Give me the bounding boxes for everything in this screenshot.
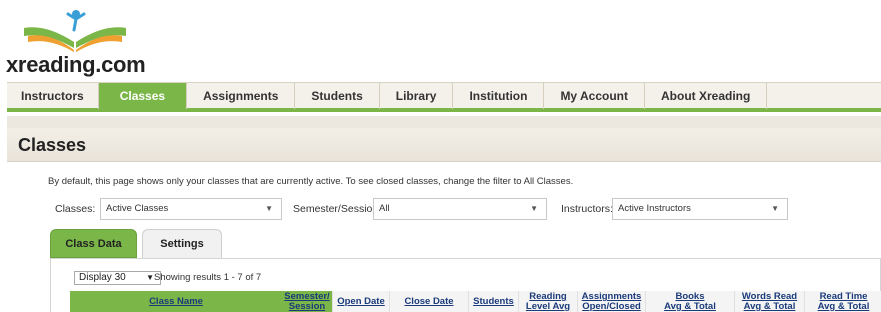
instructors-filter-label: Instructors: xyxy=(561,203,613,215)
classes-filter-value: Active Classes xyxy=(106,203,169,214)
xreading-logo[interactable]: xreading.com xyxy=(6,8,146,78)
page-title-bar: Classes xyxy=(7,128,881,162)
open-book-icon xyxy=(24,10,126,52)
main-content: By default, this page shows only your cl… xyxy=(7,163,881,312)
nav-instructors[interactable]: Instructors xyxy=(7,83,99,109)
col-close-date[interactable]: Close Date xyxy=(389,291,468,312)
nav-about-xreading[interactable]: About Xreading xyxy=(645,83,768,109)
nav-divider-band xyxy=(7,116,881,128)
instructors-filter-select[interactable]: Active Instructors ▼ xyxy=(612,198,788,220)
display-count-select[interactable]: Display 30 ▼ xyxy=(74,271,161,285)
display-count-value: Display 30 xyxy=(79,272,126,283)
chevron-down-icon: ▼ xyxy=(530,204,538,213)
col-words-line2: Avg & Total xyxy=(743,301,796,312)
col-books[interactable]: Books Avg & Total xyxy=(645,291,734,312)
col-read-time[interactable]: Read Time Avg & Total xyxy=(804,291,881,312)
class-data-panel: Display 30 ▼ Showing results 1 - 7 of 7 … xyxy=(50,258,881,312)
page-title: Classes xyxy=(18,135,87,155)
chevron-down-icon: ▼ xyxy=(771,204,779,213)
col-words-read[interactable]: Words Read Avg & Total xyxy=(734,291,804,312)
chevron-down-icon: ▼ xyxy=(146,273,154,282)
site-header: xreading.com xyxy=(0,0,881,80)
tab-settings[interactable]: Settings xyxy=(142,229,222,258)
col-class-name[interactable]: Class Name xyxy=(70,291,282,312)
results-count: Showing results 1 - 7 of 7 xyxy=(154,272,262,283)
nav-institution[interactable]: Institution xyxy=(453,83,545,109)
nav-library[interactable]: Library xyxy=(380,83,454,109)
semester-filter-label: Semester/Session: xyxy=(293,203,382,215)
col-reading-line2: Level Avg xyxy=(525,301,571,312)
col-semester-session[interactable]: Semester/ Session xyxy=(282,291,332,312)
nav-classes[interactable]: Classes xyxy=(98,83,188,109)
main-nav: Instructors Classes Assignments Students… xyxy=(7,82,881,112)
classes-filter-label: Classes: xyxy=(55,203,96,215)
col-students[interactable]: Students xyxy=(468,291,518,312)
nav-assignments[interactable]: Assignments xyxy=(187,83,296,109)
col-books-line2: Avg & Total xyxy=(664,301,716,312)
intro-text: By default, this page shows only your cl… xyxy=(48,176,574,187)
classes-filter-select[interactable]: Active Classes ▼ xyxy=(100,198,282,220)
col-reading-level[interactable]: Reading Level Avg xyxy=(518,291,577,312)
nav-students[interactable]: Students xyxy=(295,83,380,109)
semester-filter-value: All xyxy=(379,203,390,214)
chevron-down-icon: ▼ xyxy=(265,204,273,213)
instructors-filter-value: Active Instructors xyxy=(618,203,691,214)
col-assignments[interactable]: Assignments Open/Closed xyxy=(577,291,645,312)
semester-filter-select[interactable]: All ▼ xyxy=(373,198,547,220)
brand-name: xreading.com xyxy=(6,52,146,77)
nav-my-account[interactable]: My Account xyxy=(544,83,645,109)
col-time-line2: Avg & Total xyxy=(817,301,870,312)
col-open-date[interactable]: Open Date xyxy=(332,291,389,312)
col-assign-line2: Open/Closed xyxy=(582,301,641,312)
tab-class-data[interactable]: Class Data xyxy=(50,229,137,258)
class-table-header: Class Name Semester/ Session Open Date C… xyxy=(70,291,881,312)
col-semester-line2: Session xyxy=(288,301,326,312)
